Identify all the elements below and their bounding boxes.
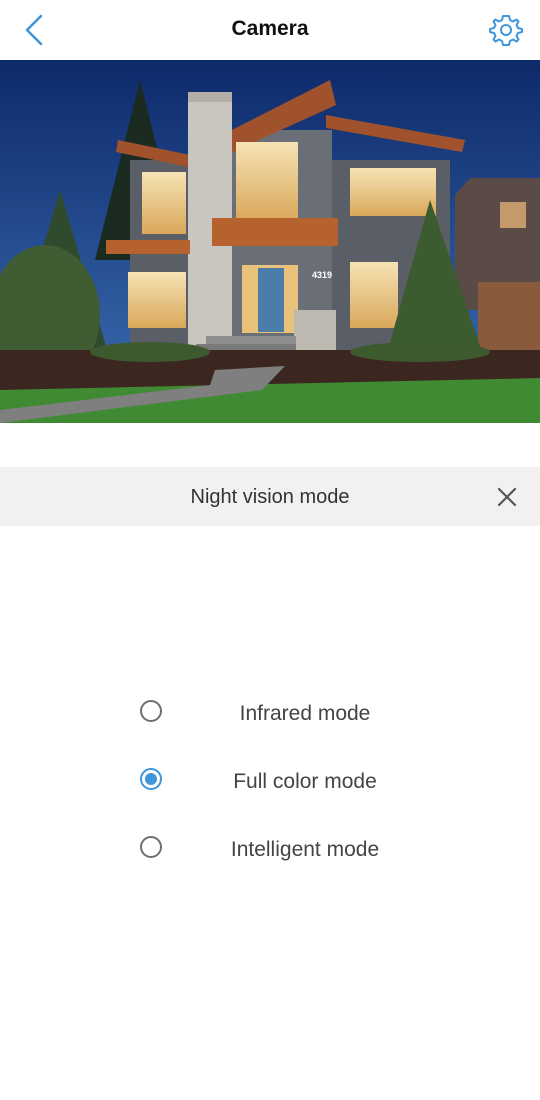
- close-icon: [497, 487, 517, 507]
- option-intelligent-mode[interactable]: Intelligent mode: [130, 825, 410, 873]
- house-camera-image: 4319: [0, 60, 540, 423]
- night-vision-sheet-header: Night vision mode: [0, 467, 540, 526]
- option-infrared-mode[interactable]: Infrared mode: [130, 689, 410, 737]
- house-number: 4319: [312, 270, 332, 280]
- gear-icon: [489, 15, 523, 46]
- option-label: Full color mode: [233, 770, 377, 793]
- sheet-title: Night vision mode: [190, 486, 350, 508]
- option-label: Infrared mode: [239, 702, 371, 725]
- settings-button[interactable]: [486, 10, 526, 50]
- page-title: Camera: [231, 17, 309, 40]
- option-full-color-mode[interactable]: Full color mode: [130, 757, 410, 805]
- close-button[interactable]: [490, 480, 524, 514]
- app-header: Camera: [0, 0, 540, 60]
- radio-button-selected[interactable]: [140, 768, 162, 790]
- option-label: Intelligent mode: [230, 838, 380, 861]
- camera-preview[interactable]: 4319: [0, 60, 540, 423]
- radio-button[interactable]: [140, 836, 162, 858]
- radio-button[interactable]: [140, 700, 162, 722]
